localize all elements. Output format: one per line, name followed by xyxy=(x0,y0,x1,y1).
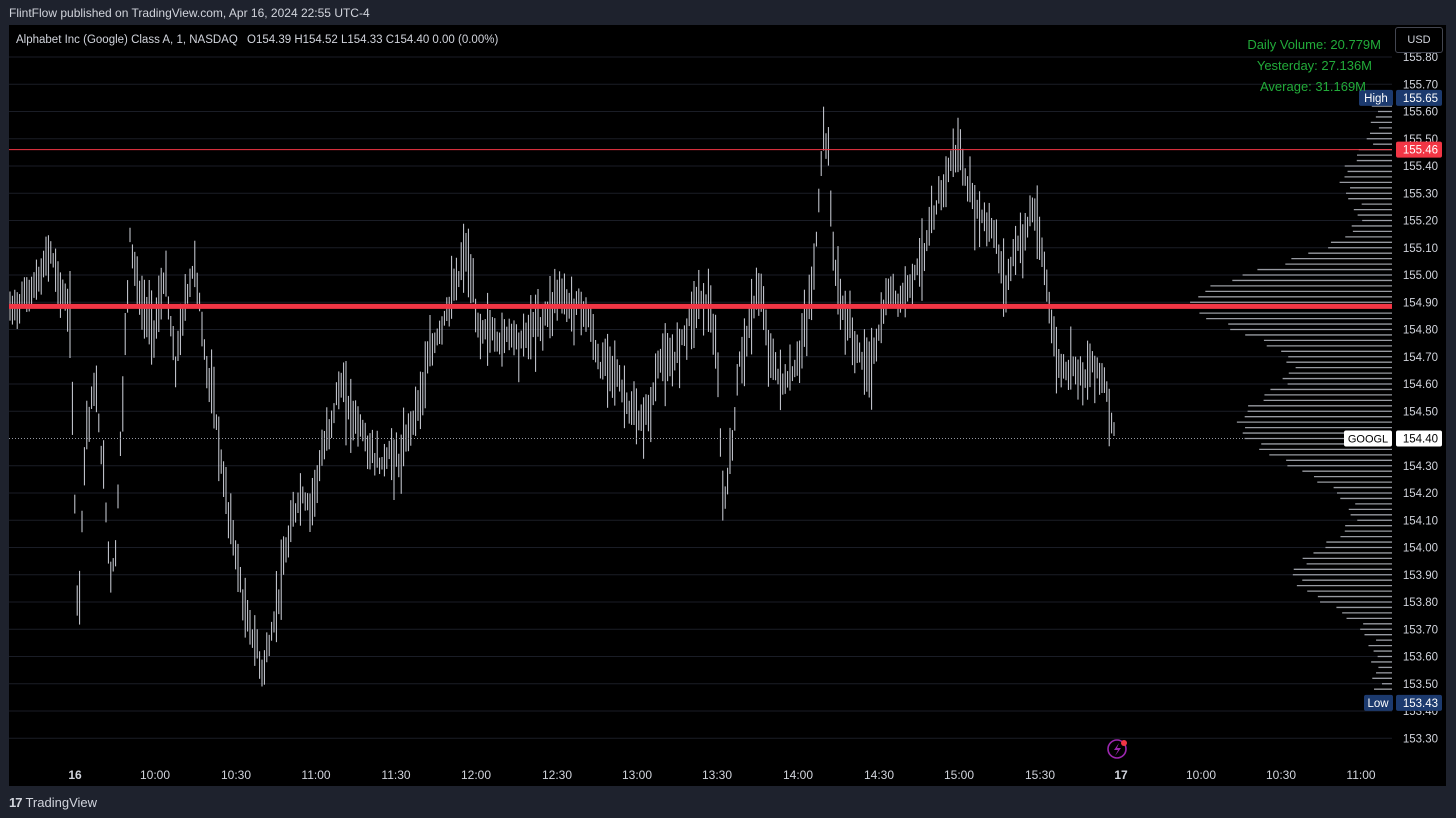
y-tick-label: 153.30 xyxy=(1403,733,1438,745)
x-tick-label: 10:00 xyxy=(140,768,170,782)
alert-icon[interactable] xyxy=(1107,739,1127,759)
currency-button[interactable]: USD xyxy=(1395,27,1443,53)
y-tick-label: 154.20 xyxy=(1403,488,1438,500)
y-tick-label: 153.60 xyxy=(1403,652,1438,664)
y-tick-label: 153.80 xyxy=(1403,597,1438,609)
x-tick-label: 12:30 xyxy=(542,768,572,782)
x-axis: 16 10:00 10:30 11:00 11:30 12:00 12:30 13:00 13:… xyxy=(68,768,1376,782)
y-tick-label: 155.00 xyxy=(1403,270,1438,282)
x-tick-label: 13:00 xyxy=(622,768,652,782)
high-label: High xyxy=(1364,93,1388,105)
red-level-badge: 155.46 xyxy=(1403,145,1438,157)
footer: 17 TradingView xyxy=(0,786,1456,818)
y-tick-label: 153.70 xyxy=(1403,624,1438,636)
x-tick-label: 15:00 xyxy=(944,768,974,782)
tradingview-logo-icon: 17 xyxy=(9,794,23,810)
y-tick-label: 154.50 xyxy=(1403,406,1438,418)
x-tick-label: 17 xyxy=(1114,768,1128,782)
y-tick-label: 153.50 xyxy=(1403,679,1438,691)
y-tick-label: 155.70 xyxy=(1403,79,1438,91)
y-tick-label: 154.60 xyxy=(1403,379,1438,391)
symbol-tag: GOOGL xyxy=(1348,434,1388,446)
x-tick-label: 11:00 xyxy=(1346,768,1375,782)
y-tick-label: 154.90 xyxy=(1403,297,1438,309)
brand-label: TradingView xyxy=(25,794,98,810)
y-tick-label: 155.10 xyxy=(1403,243,1438,255)
price-chart[interactable]: 155.80155.70155.60155.50155.40155.30155.… xyxy=(0,0,1456,818)
x-tick-label: 12:00 xyxy=(461,768,491,782)
x-tick-label: 14:00 xyxy=(783,768,813,782)
ohlc-values: O154.39 H154.52 L154.33 C154.40 0.00 (0.… xyxy=(247,34,498,46)
x-tick-label: 13:30 xyxy=(702,768,732,782)
y-tick-label: 154.70 xyxy=(1403,352,1438,364)
x-tick-label: 16 xyxy=(68,768,82,782)
high-price-badge: 155.65 xyxy=(1403,93,1438,105)
x-tick-label: 10:30 xyxy=(1266,768,1296,782)
daily-volume: Daily Volume: 20.779M xyxy=(1247,37,1381,52)
symbol-name: Alphabet Inc (Google) Class A, 1, NASDAQ xyxy=(16,34,238,46)
y-tick-label: 154.10 xyxy=(1403,515,1438,527)
last-price-label: 154.40 xyxy=(1403,434,1438,446)
y-tick-label: 154.30 xyxy=(1403,461,1438,473)
y-tick-label: 155.30 xyxy=(1403,188,1438,200)
y-tick-label: 155.40 xyxy=(1403,161,1438,173)
x-tick-label: 10:30 xyxy=(221,768,251,782)
y-tick-label: 155.80 xyxy=(1403,52,1438,64)
x-tick-label: 11:00 xyxy=(301,768,330,782)
low-label: Low xyxy=(1367,698,1389,710)
x-tick-label: 11:30 xyxy=(381,768,410,782)
x-tick-label: 14:30 xyxy=(864,768,894,782)
symbol-legend: Alphabet Inc (Google) Class A, 1, NASDAQ… xyxy=(16,34,498,46)
low-price-badge: 153.43 xyxy=(1403,698,1438,710)
grid-lines xyxy=(9,56,1392,739)
y-tick-label: 155.60 xyxy=(1403,107,1438,119)
tradingview-logo[interactable]: 17 TradingView xyxy=(9,795,97,810)
y-tick-label: 153.90 xyxy=(1403,570,1438,582)
x-tick-label: 10:00 xyxy=(1186,768,1216,782)
yesterday-volume: Yesterday: 27.136M xyxy=(1257,58,1372,73)
y-tick-label: 155.20 xyxy=(1403,216,1438,228)
y-tick-label: 154.80 xyxy=(1403,325,1438,337)
x-tick-label: 15:30 xyxy=(1025,768,1055,782)
average-volume: Average: 31.169M xyxy=(1260,79,1366,94)
y-tick-label: 154.00 xyxy=(1403,543,1438,555)
